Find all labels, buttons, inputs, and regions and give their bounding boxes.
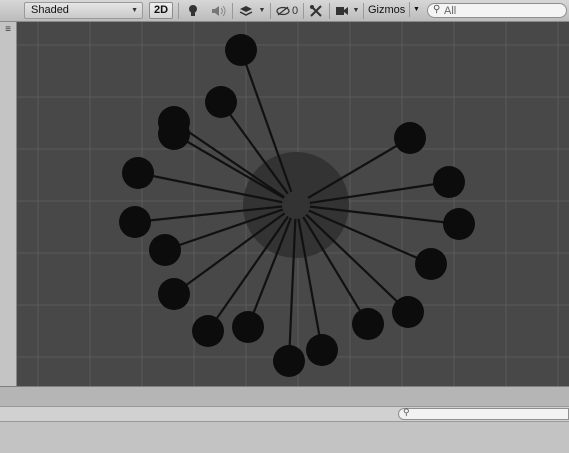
scene-node[interactable] xyxy=(122,157,154,189)
tools-icon xyxy=(310,4,322,17)
hidden-objects-toggle[interactable]: 0 xyxy=(274,2,300,19)
search-icon: ⚲ xyxy=(403,407,410,417)
scene-node[interactable] xyxy=(443,208,475,240)
light-bulb-icon xyxy=(189,5,197,16)
toolbar-divider xyxy=(363,3,364,19)
toolbar-divider xyxy=(178,3,179,19)
effects-button[interactable] xyxy=(236,2,256,19)
audio-toggle-button[interactable] xyxy=(208,2,230,19)
toggle-2d-button[interactable]: 2D xyxy=(149,2,173,19)
scene-node[interactable] xyxy=(392,296,424,328)
gizmos-dropdown[interactable]: Gizmos ▼ xyxy=(366,2,421,19)
center-disc xyxy=(243,152,349,258)
bottom-toolbar: ⚲ xyxy=(0,406,569,422)
scene-search-field[interactable]: ⚲ xyxy=(427,3,567,18)
toolbar-divider xyxy=(303,3,304,19)
scene-node[interactable] xyxy=(192,315,224,347)
scene-viewport[interactable] xyxy=(17,22,569,386)
chevron-down-icon: ▼ xyxy=(352,7,360,14)
scene-node[interactable] xyxy=(225,34,257,66)
connector-line xyxy=(173,212,286,295)
scene-toolbar: Shaded ▼ 2D ▼ 0 ▼ Gizmos ▼ ⚲ All xyxy=(0,0,569,22)
hidden-objects-icon xyxy=(276,6,290,15)
gizmos-label: Gizmos xyxy=(368,4,406,16)
tools-button[interactable] xyxy=(306,2,326,19)
scene-search-input[interactable] xyxy=(444,4,559,17)
shading-mode-label: Shaded xyxy=(31,4,69,16)
scene-node[interactable] xyxy=(433,166,465,198)
scene-node[interactable] xyxy=(119,206,151,238)
search-icon: ⚲ xyxy=(433,4,441,15)
toolbar-divider xyxy=(232,3,233,19)
panel-menu-icon[interactable]: ≡ xyxy=(2,24,14,35)
scene-node[interactable] xyxy=(158,278,190,310)
shading-mode-dropdown[interactable]: Shaded ▼ xyxy=(24,2,143,19)
chevron-down-icon: ▼ xyxy=(413,6,420,13)
panel-divider[interactable] xyxy=(0,386,569,406)
bottom-panel xyxy=(0,422,569,453)
bottom-search-field[interactable]: ⚲ xyxy=(398,407,569,420)
toolbar-divider xyxy=(270,3,271,19)
camera-dropdown[interactable]: ▼ xyxy=(351,2,361,19)
scene-node[interactable] xyxy=(394,122,426,154)
chevron-down-icon: ▼ xyxy=(131,7,138,14)
scene-node[interactable] xyxy=(415,248,447,280)
toolbar-divider xyxy=(329,3,330,19)
left-gutter: ≡ xyxy=(0,22,17,386)
lighting-toggle-button[interactable] xyxy=(184,2,202,19)
chevron-down-icon: ▼ xyxy=(258,7,266,14)
scene-node[interactable] xyxy=(232,311,264,343)
camera-button[interactable] xyxy=(333,2,351,19)
gizmos-separator xyxy=(409,2,410,17)
connector-line xyxy=(173,121,286,199)
audio-icon xyxy=(212,5,226,16)
toggle-2d-label: 2D xyxy=(153,4,169,16)
camera-icon xyxy=(336,6,348,15)
scene-node[interactable] xyxy=(205,86,237,118)
connector-line xyxy=(305,213,409,313)
scene-node[interactable] xyxy=(158,118,190,150)
effects-dropdown[interactable]: ▼ xyxy=(257,2,267,19)
scene-canvas xyxy=(17,22,569,386)
hidden-count: 0 xyxy=(291,4,299,17)
scene-node[interactable] xyxy=(273,345,305,377)
scene-node[interactable] xyxy=(306,334,338,366)
effects-layers-icon xyxy=(239,5,253,16)
scene-node[interactable] xyxy=(149,234,181,266)
scene-node[interactable] xyxy=(352,308,384,340)
